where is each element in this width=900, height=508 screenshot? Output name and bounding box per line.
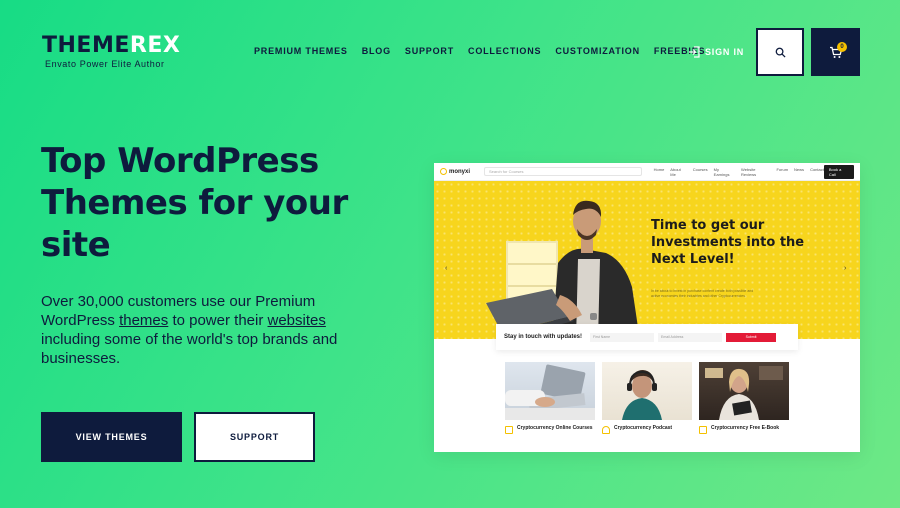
preview-search: Search for Courses [484, 167, 642, 176]
preview-logo-mark [440, 168, 447, 175]
preview-woman-headphones-image [602, 362, 692, 420]
preview-logo-text: monyxi [449, 168, 471, 175]
hero-desc-part-2: to power their [168, 312, 268, 329]
logo-word-rex: REX [129, 33, 181, 58]
preview-header: monyxi Search for Courses Home About Me … [434, 163, 860, 181]
preview-card: Cryptocurrency Online Courses [505, 362, 595, 434]
preview-hero-subtitle: In be about to invest in purchase conten… [651, 289, 754, 298]
sign-in-label: SIGN IN [705, 47, 745, 57]
headphones-icon [602, 426, 610, 434]
preview-card-title: Cryptocurrency Free E-Book [711, 425, 780, 431]
preview-prev-arrow-icon: ‹ [445, 265, 448, 272]
preview-menu-item: About Me [670, 166, 681, 177]
hero-description: Over 30,000 customers use our Premium Wo… [41, 292, 371, 368]
preview-menu-item: Website Reviews [741, 166, 757, 177]
themes-link[interactable]: themes [119, 312, 168, 329]
logo-word-theme: THEME [42, 33, 130, 58]
theme-preview[interactable]: monyxi Search for Courses Home About Me … [434, 163, 860, 452]
preview-menu-item: Contact [810, 166, 824, 172]
nav-support[interactable]: SUPPORT [405, 46, 454, 56]
preview-menu-item: My Earnings [713, 166, 730, 177]
preview-hero-title: Time to get our Investments into the Nex… [651, 218, 805, 267]
preview-laptop-hands-image [505, 362, 595, 420]
hero-desc-part-3: including some of the world's top brands… [41, 331, 338, 367]
preview-card: Cryptocurrency Free E-Book [699, 362, 789, 434]
view-themes-button[interactable]: VIEW THEMES [41, 412, 182, 462]
preview-hero: ‹ › Time to get our Investments into the… [434, 181, 860, 339]
ebook-icon [699, 426, 707, 434]
nav-blog[interactable]: BLOG [362, 46, 391, 56]
preview-subscribe-bar: Stay in touch with updates! First Name E… [496, 324, 798, 350]
search-button[interactable] [756, 28, 804, 76]
nav-premium-themes[interactable]: PREMIUM THEMES [254, 46, 348, 56]
preview-woman-tablet-image [699, 362, 789, 420]
preview-menu-item: Forum [776, 166, 789, 172]
support-button[interactable]: SUPPORT [194, 412, 315, 462]
preview-man-with-laptop-image [486, 200, 640, 339]
preview-logo: monyxi [440, 168, 470, 175]
preview-menu-item: Courses [692, 166, 708, 172]
preview-card-caption: Cryptocurrency Podcast [602, 425, 692, 434]
preview-cards: Cryptocurrency Online Courses Cryptocurr… [505, 362, 789, 434]
hero-title: Top WordPress Themes for your site [41, 141, 348, 265]
sign-in-icon [689, 46, 700, 58]
preview-menu: Home About Me Courses My Earnings Websit… [654, 167, 824, 177]
preview-ebook-illustration [705, 366, 783, 420]
preview-podcast-illustration [622, 370, 662, 420]
nav-customization[interactable]: CUSTOMIZATION [555, 46, 640, 56]
cart-button[interactable]: 0 [811, 28, 860, 76]
preview-next-arrow-icon: › [844, 265, 847, 272]
themerex-logo[interactable]: THEMEREX Envato Power Elite Author [42, 34, 180, 70]
preview-card-title: Cryptocurrency Online Courses [517, 425, 593, 431]
preview-first-name-field: First Name [590, 332, 655, 342]
preview-submit-button: Submit [726, 332, 777, 342]
search-icon [775, 47, 786, 58]
preview-card: Cryptocurrency Podcast [602, 362, 692, 434]
logo-tagline: Envato Power Elite Author [45, 59, 165, 69]
preview-card-caption: Cryptocurrency Online Courses [505, 425, 595, 434]
preview-email-field: Email Address [658, 332, 723, 342]
course-icon [505, 426, 513, 434]
preview-card-caption: Cryptocurrency Free E-Book [699, 425, 789, 434]
websites-link[interactable]: websites [268, 312, 326, 329]
preview-cta-button: Book a Call [823, 164, 855, 179]
cart-count-badge: 0 [837, 42, 847, 52]
preview-subscribe-title: Stay in touch with updates! [504, 334, 583, 340]
logo-wordmark: THEMEREX [42, 34, 180, 58]
sign-in-link[interactable]: SIGN IN [688, 46, 744, 58]
preview-card-title: Cryptocurrency Podcast [614, 425, 673, 431]
preview-menu-item: News [794, 166, 805, 172]
main-nav: PREMIUM THEMES BLOG SUPPORT COLLECTIONS … [254, 46, 719, 56]
preview-menu-item: Home [653, 166, 665, 172]
nav-collections[interactable]: COLLECTIONS [468, 46, 541, 56]
preview-laptop-illustration [505, 364, 595, 420]
